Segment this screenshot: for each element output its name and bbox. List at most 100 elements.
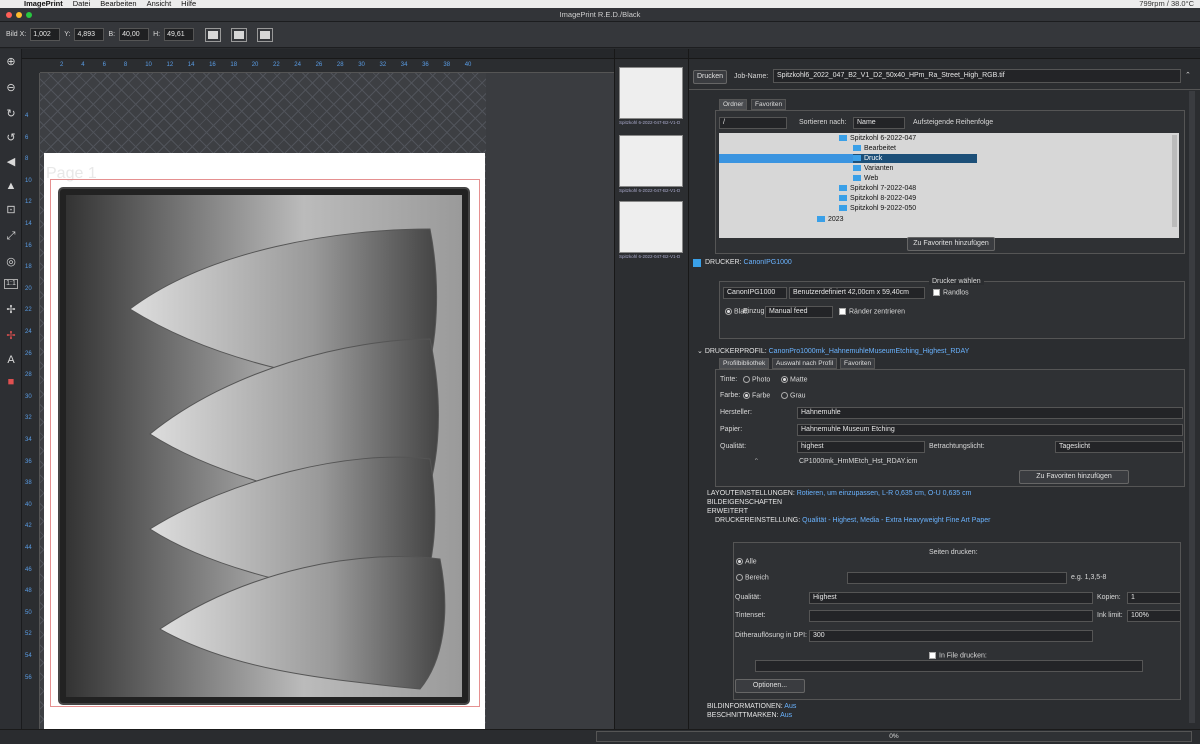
file-path-input[interactable]: [755, 660, 1143, 672]
tree-item[interactable]: Web: [853, 174, 878, 183]
menu-hilfe[interactable]: Hilfe: [181, 0, 196, 8]
copies-stepper[interactable]: 1: [1127, 592, 1181, 604]
dither-label: Ditherauflösung in DPI:: [735, 632, 807, 639]
color-color-radio[interactable]: Farbe: [743, 392, 770, 399]
printer-model-select[interactable]: CanonIPG1000: [723, 287, 787, 299]
tree-item-selected[interactable]: Druck: [853, 154, 977, 163]
menu-datei[interactable]: Datei: [73, 0, 91, 8]
bild-x-input[interactable]: [30, 28, 61, 41]
paper-size-select[interactable]: Benutzerdefiniert 42,00cm x 59,40cm: [789, 287, 925, 299]
quality-select[interactable]: highest: [797, 441, 925, 453]
tab-auswahl-nach-profil[interactable]: Auswahl nach Profil: [772, 358, 838, 369]
crop-icon[interactable]: ✢: [4, 303, 18, 317]
print-button[interactable]: Drucken: [693, 70, 727, 84]
color-icon[interactable]: ■: [4, 375, 18, 389]
paper-select[interactable]: Hahnemuhle Museum Etching: [797, 424, 1183, 436]
menu-app[interactable]: ImagePrint: [24, 0, 63, 8]
center-icon[interactable]: ◎: [4, 255, 18, 269]
viewing-light-select[interactable]: Tageslicht: [1055, 441, 1183, 453]
tab-profile-favoriten[interactable]: Favoriten: [840, 358, 876, 369]
tree-item[interactable]: Varianten: [853, 164, 893, 173]
options-button[interactable]: Optionen...: [735, 679, 805, 693]
align-right-icon[interactable]: [257, 27, 274, 42]
rotate-cw-icon[interactable]: ↻: [4, 107, 18, 121]
thumbnail-2[interactable]: [619, 135, 683, 187]
horizontal-ruler: 2 4 6 8 10 12 14 16 18 20 22 24 26 28 30 32 34 36 38 40: [40, 59, 614, 73]
tab-favoriten[interactable]: Favoriten: [751, 99, 787, 110]
tree-item[interactable]: Spitzkohl 9-2022-050: [839, 204, 916, 213]
tree-item[interactable]: Spitzkohl 8-2022-049: [839, 194, 916, 203]
minimize-window-button[interactable]: [16, 12, 22, 18]
print-quality-select[interactable]: Highest: [809, 592, 1093, 604]
profile-add-favorite-button[interactable]: Zu Favoriten hinzufügen: [1019, 470, 1129, 484]
ink-matte-radio[interactable]: Matte: [781, 376, 808, 383]
tab-profilbibliothek[interactable]: Profilbibliothek: [719, 358, 770, 369]
range-radio[interactable]: Bereich: [736, 574, 769, 581]
crop-red-icon[interactable]: ✢: [4, 329, 18, 343]
printer-section[interactable]: DRUCKER: CanonIPG1000: [705, 259, 792, 266]
rotate-ccw-icon[interactable]: ↺: [4, 131, 18, 145]
zoom-in-icon[interactable]: ⊕: [4, 55, 18, 69]
settings-scrollbar[interactable]: [1189, 91, 1195, 723]
borderless-checkbox[interactable]: Randlos: [933, 289, 969, 296]
sort-select[interactable]: Name: [853, 117, 905, 129]
print-image[interactable]: [60, 189, 468, 703]
zoom-out-icon[interactable]: ⊖: [4, 81, 18, 95]
text-icon[interactable]: A: [4, 353, 18, 367]
flip-vertical-icon[interactable]: ▲: [4, 179, 18, 193]
menu-ansicht[interactable]: Ansicht: [147, 0, 172, 8]
center-margins-checkbox[interactable]: Ränder zentrieren: [839, 308, 905, 315]
thumbnail-caption-2[interactable]: Spitzkohl 6-2022-047-B2-V1-D: [619, 188, 683, 193]
thumbnail-caption-1[interactable]: Spitzkohl 6-2022-047-B2-V1-D: [619, 120, 683, 125]
tree-item[interactable]: 2023: [817, 215, 844, 224]
align-left-icon[interactable]: [205, 27, 222, 42]
fan-status[interactable]: 799rpm / 38.0°C: [1139, 0, 1194, 8]
fit-icon[interactable]: ⊡: [4, 203, 18, 217]
tree-item[interactable]: Spitzkohl 6-2022-047: [839, 134, 916, 143]
dither-select[interactable]: 300: [809, 630, 1093, 642]
ink-photo-radio[interactable]: Photo: [743, 376, 770, 383]
print-canvas[interactable]: Page 1: [40, 73, 486, 735]
printer-settings-section[interactable]: DRUCKEREINSTELLUNG: Qualität - Highest, …: [715, 517, 990, 524]
image-properties-section[interactable]: BILDEIGENSCHAFTEN: [707, 499, 782, 506]
thumbnail-caption-3[interactable]: Spitzkohl 6-2022-047-B2-V1-D: [619, 254, 683, 259]
all-pages-radio[interactable]: Alle: [736, 558, 757, 565]
fill-icon[interactable]: ⤢: [4, 229, 18, 243]
actual-size-icon[interactable]: 1:1: [4, 279, 18, 289]
range-input[interactable]: [847, 572, 1067, 584]
add-favorite-button[interactable]: Zu Favoriten hinzufügen: [907, 237, 995, 251]
align-center-icon[interactable]: [231, 27, 248, 42]
ruler-tick-label: 22: [273, 62, 280, 68]
ruler-tick-label: 36: [25, 458, 32, 465]
flip-horizontal-icon[interactable]: ◀: [4, 155, 18, 169]
profile-section[interactable]: ⌄ DRUCKERPROFIL: CanonPro1000mk_Hahnemuh…: [697, 347, 969, 355]
paper-label: Papier:: [720, 426, 743, 433]
path-select[interactable]: /: [719, 117, 787, 129]
printer-group-label: Drucker wählen: [929, 278, 984, 285]
job-name-input[interactable]: Spitzkohl6_2022_047_B2_V1_D2_50x40_HPm_R…: [773, 69, 1181, 83]
advanced-section[interactable]: ERWEITERT: [707, 508, 748, 515]
thumbnail-3[interactable]: [619, 201, 683, 253]
crop-marks-section[interactable]: BESCHNITTMARKEN: Aus: [707, 712, 792, 719]
maker-select[interactable]: Hahnemuhle: [797, 407, 1183, 419]
file-print-checkbox[interactable]: In File drucken:: [929, 652, 987, 659]
inkset-select[interactable]: [809, 610, 1093, 622]
tab-ordner[interactable]: Ordner: [719, 99, 748, 110]
ruler-corner[interactable]: [22, 59, 40, 73]
tree-item[interactable]: Spitzkohl 7-2022-048: [839, 184, 916, 193]
feed-select[interactable]: Manual feed: [765, 306, 833, 318]
menu-bearbeiten[interactable]: Bearbeiten: [100, 0, 136, 8]
b-input[interactable]: [119, 28, 150, 41]
job-menu-icon[interactable]: ⌃: [1185, 71, 1191, 79]
tree-item[interactable]: Bearbeitet: [853, 144, 896, 153]
inklimit-stepper[interactable]: 100%: [1127, 610, 1181, 622]
layout-section[interactable]: LAYOUTEINSTELLUNGEN: Rotieren, um einzup…: [707, 490, 971, 497]
h-input[interactable]: [164, 28, 195, 41]
close-window-button[interactable]: [6, 12, 12, 18]
image-info-section[interactable]: BILDINFORMATIONEN: Aus: [707, 703, 796, 710]
y-input[interactable]: [74, 28, 105, 41]
thumbnail-1[interactable]: [619, 67, 683, 119]
zoom-window-button[interactable]: [26, 12, 32, 18]
tree-scrollbar[interactable]: [1172, 135, 1177, 227]
color-gray-radio[interactable]: Grau: [781, 392, 806, 399]
